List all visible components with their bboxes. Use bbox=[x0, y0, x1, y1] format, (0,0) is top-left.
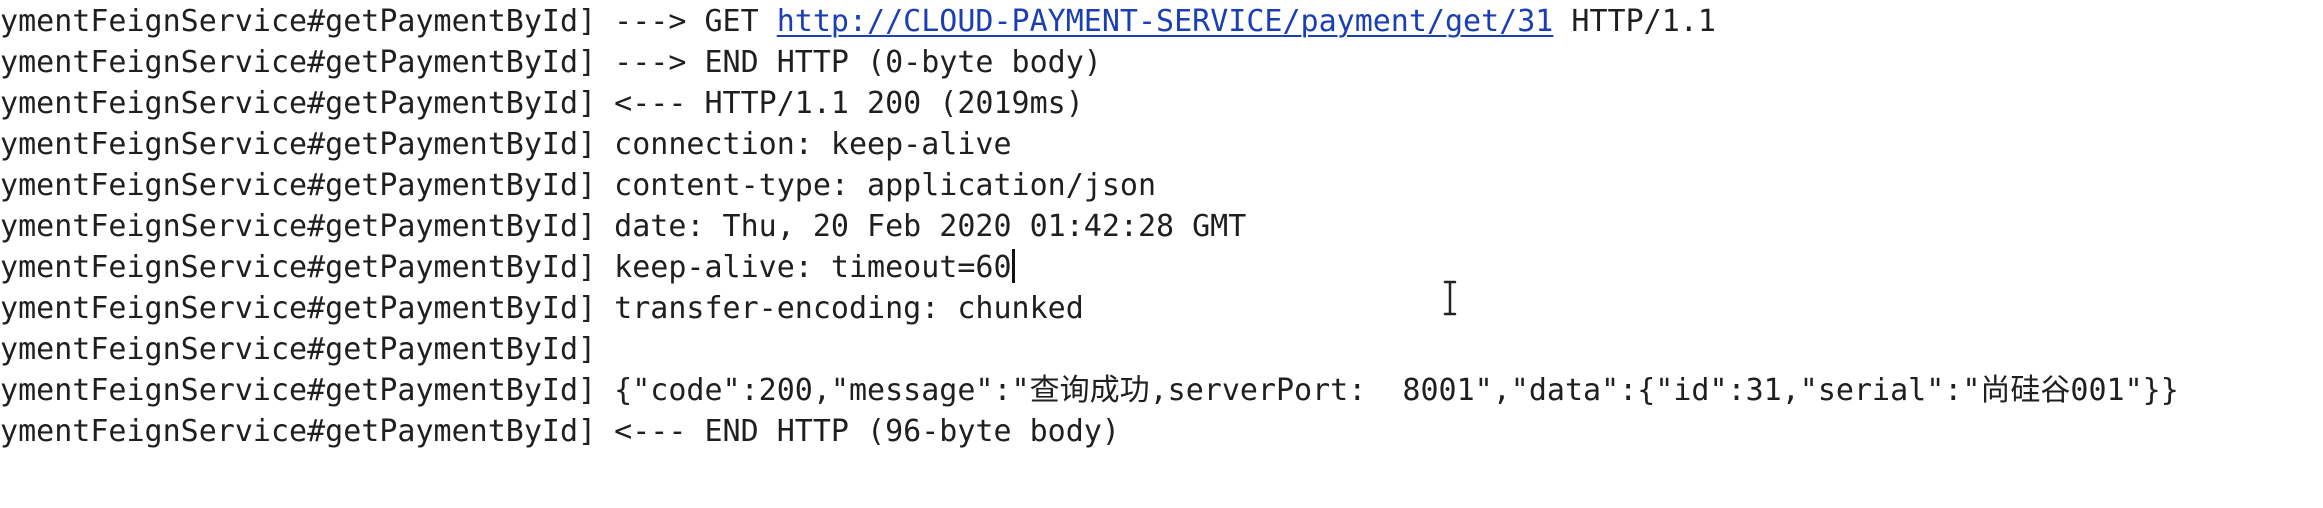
log-line: aymentFeignService#getPaymentById] date:… bbox=[0, 209, 1247, 244]
log-line-suffix: HTTP/1.1 bbox=[1553, 4, 1716, 39]
log-line: aymentFeignService#getPaymentById] {"cod… bbox=[0, 373, 2179, 408]
log-line: aymentFeignService#getPaymentById] <--- … bbox=[0, 414, 1120, 449]
log-line: aymentFeignService#getPaymentById] ---> … bbox=[0, 2, 1716, 42]
log-line-prefix: aymentFeignService#getPaymentById] ---> … bbox=[0, 4, 777, 39]
log-line: aymentFeignService#getPaymentById] ---> … bbox=[0, 45, 1102, 80]
log-line: aymentFeignService#getPaymentById] <--- … bbox=[0, 86, 1084, 121]
log-line: aymentFeignService#getPaymentById] bbox=[0, 332, 597, 367]
ibeam-cursor-icon bbox=[1443, 280, 1457, 316]
console-output[interactable]: aymentFeignService#getPaymentById] ---> … bbox=[0, 0, 2323, 508]
log-line: aymentFeignService#getPaymentById] conne… bbox=[0, 127, 1012, 162]
log-line-text: aymentFeignService#getPaymentById] keep-… bbox=[0, 250, 1012, 285]
log-line: aymentFeignService#getPaymentById] trans… bbox=[0, 291, 1084, 326]
log-line: aymentFeignService#getPaymentById] conte… bbox=[0, 168, 1156, 203]
text-caret bbox=[1011, 249, 1015, 283]
log-line-with-caret: aymentFeignService#getPaymentById] keep-… bbox=[0, 248, 1015, 288]
request-url-link[interactable]: http://CLOUD-PAYMENT-SERVICE/payment/get… bbox=[777, 4, 1554, 39]
